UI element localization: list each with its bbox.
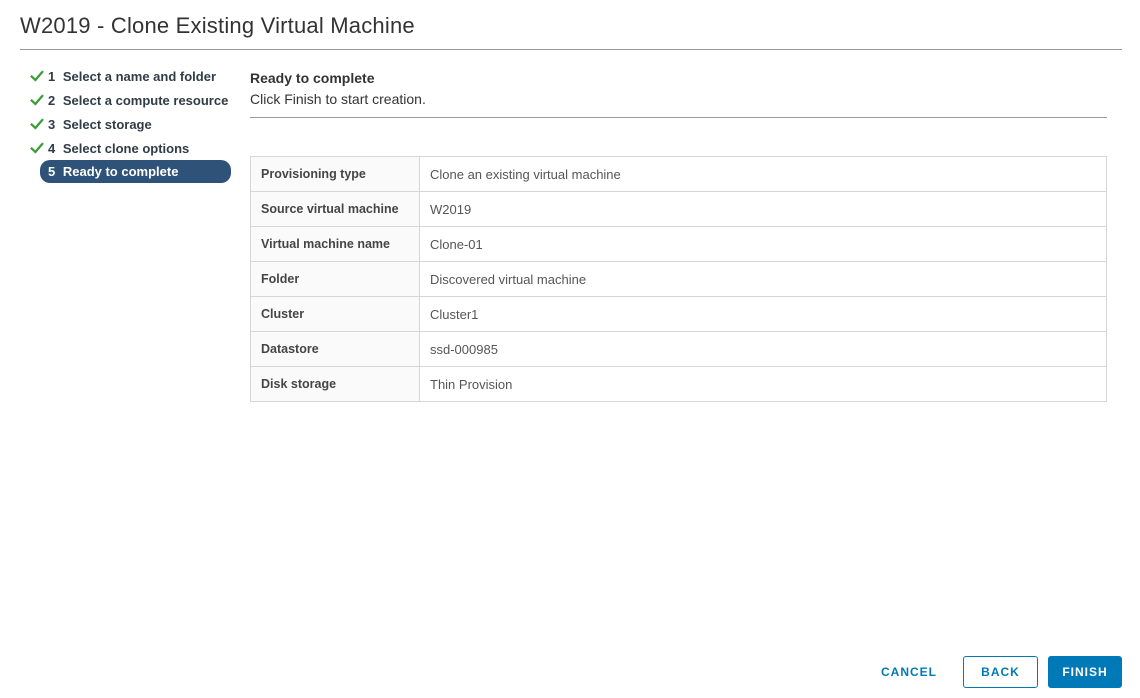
row-value: Clone-01 [419, 226, 1107, 262]
step-label: Select storage [62, 116, 152, 132]
back-button[interactable]: BACK [963, 656, 1038, 688]
row-label: Virtual machine name [250, 226, 420, 262]
step-label: Select clone options [62, 140, 190, 156]
wizard-content: Ready to complete Click Finish to start … [250, 50, 1107, 402]
panel-subheading: Click Finish to start creation. [250, 91, 426, 107]
wizard-step-list: 1 Select a name and folder 2 Select a co… [30, 50, 231, 183]
wizard-step-3[interactable]: 3 Select storage [30, 112, 231, 136]
table-row: Folder Discovered virtual machine [250, 261, 1107, 297]
wizard-step-5[interactable]: 5 Ready to complete [40, 160, 231, 183]
step-label: Select a name and folder [62, 68, 217, 84]
finish-button[interactable]: FINISH [1048, 656, 1122, 688]
step-number: 5 [48, 164, 59, 179]
clone-vm-wizard: W2019 - Clone Existing Virtual Machine 1… [0, 0, 1140, 698]
wizard-body: 1 Select a name and folder 2 Select a co… [0, 50, 1140, 698]
row-value: Discovered virtual machine [419, 261, 1107, 297]
table-row: Provisioning type Clone an existing virt… [250, 156, 1107, 192]
row-label: Cluster [250, 296, 420, 332]
table-row: Disk storage Thin Provision [250, 366, 1107, 402]
panel-divider [250, 117, 1107, 118]
cancel-button[interactable]: CANCEL [881, 665, 937, 679]
row-value: W2019 [419, 191, 1107, 227]
table-row: Virtual machine name Clone-01 [250, 226, 1107, 262]
step-number: 2 [48, 92, 59, 108]
wizard-step-2[interactable]: 2 Select a compute resource [30, 88, 231, 112]
table-row: Cluster Cluster1 [250, 296, 1107, 332]
wizard-title: W2019 - Clone Existing Virtual Machine [20, 13, 415, 38]
wizard-step-1[interactable]: 1 Select a name and folder [30, 64, 231, 88]
panel-heading: Ready to complete [250, 70, 375, 86]
row-label: Datastore [250, 331, 420, 367]
wizard-header: W2019 - Clone Existing Virtual Machine [20, 0, 1122, 50]
summary-table-body: Provisioning type Clone an existing virt… [250, 156, 1107, 402]
step-number: 4 [48, 140, 59, 156]
wizard-step-4[interactable]: 4 Select clone options [30, 136, 231, 160]
row-value: ssd-000985 [419, 331, 1107, 367]
step-number: 1 [48, 68, 59, 84]
wizard-footer: CANCEL BACK FINISH [881, 656, 1122, 688]
check-icon [30, 141, 48, 155]
row-label: Disk storage [250, 366, 420, 402]
row-value: Clone an existing virtual machine [419, 156, 1107, 192]
row-label: Source virtual machine [250, 191, 420, 227]
table-row: Source virtual machine W2019 [250, 191, 1107, 227]
row-value: Cluster1 [419, 296, 1107, 332]
table-row: Datastore ssd-000985 [250, 331, 1107, 367]
check-icon [30, 69, 48, 83]
step-label: Ready to complete [62, 164, 179, 179]
check-icon [30, 117, 48, 131]
row-label: Provisioning type [250, 156, 420, 192]
row-label: Folder [250, 261, 420, 297]
step-label: Select a compute resource [62, 92, 229, 108]
row-value: Thin Provision [419, 366, 1107, 402]
step-number: 3 [48, 116, 59, 132]
check-icon [30, 93, 48, 107]
panel-header: Ready to complete Click Finish to start … [250, 70, 1107, 118]
summary-table: Provisioning type Clone an existing virt… [250, 156, 1107, 402]
